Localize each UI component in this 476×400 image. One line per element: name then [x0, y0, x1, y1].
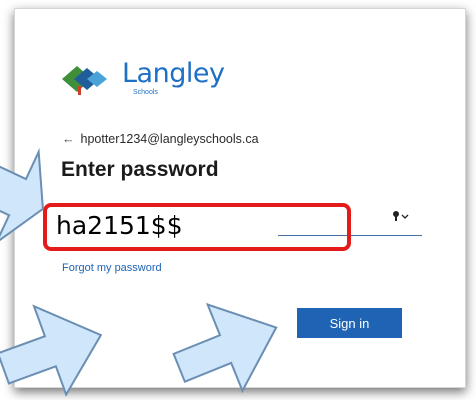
password-input[interactable]: ha2151$$	[56, 211, 183, 240]
key-dropdown-icon[interactable]	[391, 209, 411, 223]
pointer-arrow-icon	[0, 304, 103, 397]
logo-diamond-icon	[62, 66, 107, 95]
account-row[interactable]: ← hpotter1234@langleyschools.ca	[62, 132, 259, 146]
pointer-arrow-icon	[0, 147, 44, 246]
page-title: Enter password	[61, 158, 219, 181]
forgot-password-link[interactable]: Forgot my password	[62, 262, 162, 274]
pointer-arrow-icon	[172, 302, 278, 394]
logo-wordmark: Langley	[122, 58, 225, 89]
sign-in-button[interactable]: Sign in	[297, 308, 402, 338]
account-email: hpotter1234@langleyschools.ca	[80, 132, 259, 146]
logo-subtext: Schools	[133, 89, 158, 96]
langley-schools-logo: Langley Schools	[60, 58, 225, 102]
back-arrow-icon[interactable]: ←	[62, 132, 75, 146]
